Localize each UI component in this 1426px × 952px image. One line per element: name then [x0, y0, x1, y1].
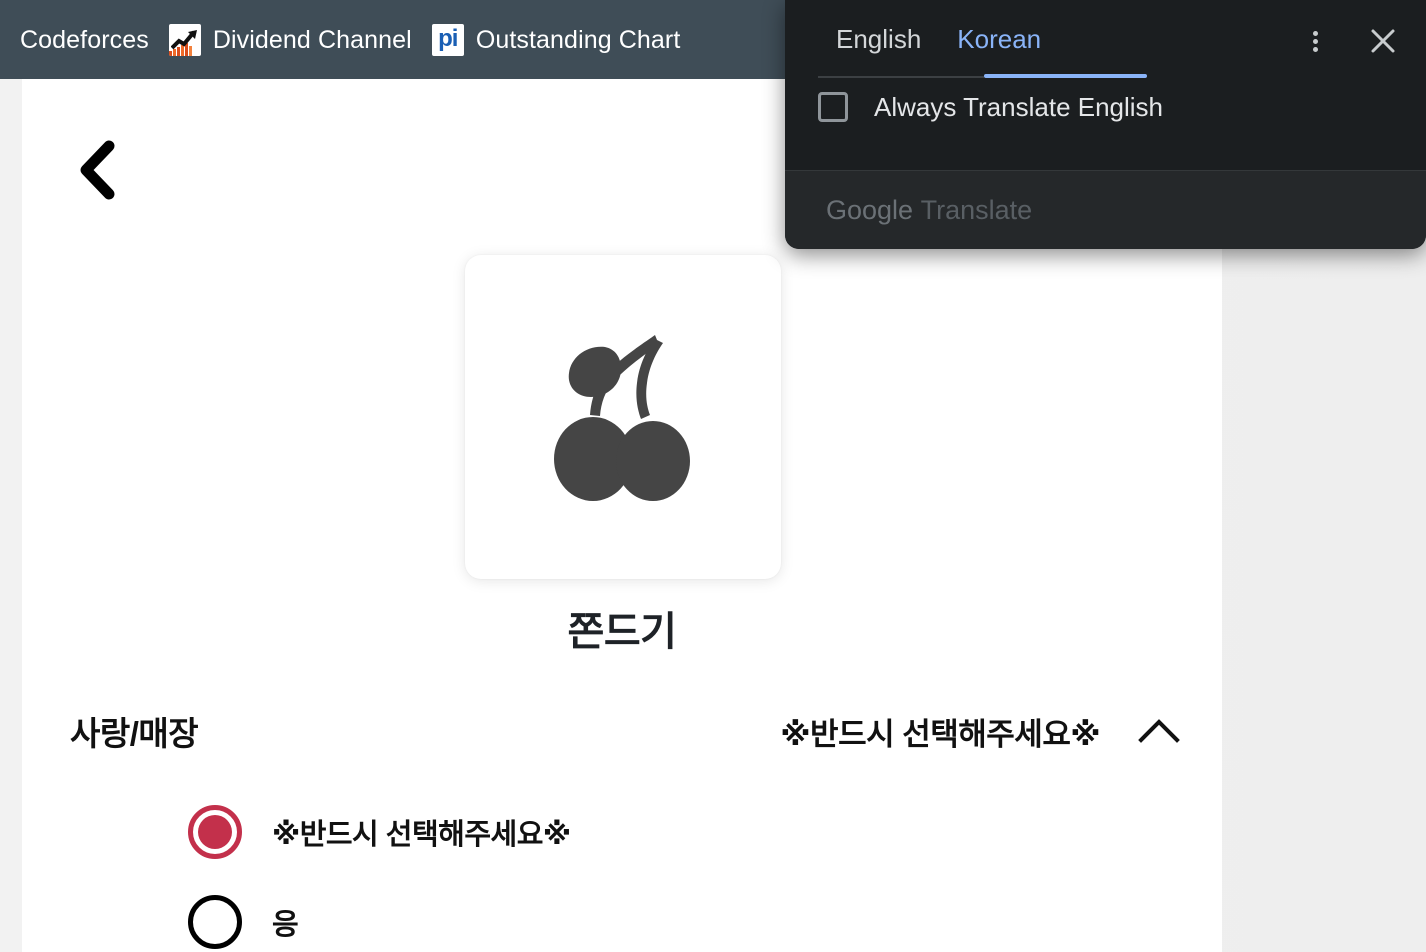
option-label: 응 — [272, 909, 299, 941]
pi-favicon-text: pi — [438, 24, 458, 52]
chevron-left-icon — [80, 140, 115, 200]
option-label: ※반드시 선택해주세요※ — [272, 819, 571, 851]
bookmark-outstanding-chart[interactable]: pi Outstanding Chart — [422, 18, 691, 62]
tab-underline-inactive — [818, 76, 984, 78]
bookmark-dividend-channel[interactable]: Dividend Channel — [159, 18, 422, 62]
screen: Codeforces Dividend Channel pi Outstandi… — [0, 0, 1426, 952]
bookmark-label: Outstanding Chart — [475, 25, 681, 54]
bookmark-label: Codeforces — [20, 25, 149, 54]
option-list: ※반드시 선택해주세요※ 응 — [22, 787, 1222, 952]
always-translate-label: Always Translate English — [874, 92, 1164, 122]
option-section: 사랑/매장 ※반드시 선택해주세요※ ※반드시 선택해주세요※ 응 — [22, 699, 1222, 952]
tab-english[interactable]: English — [818, 23, 939, 69]
google-translate-brand: Google Translate — [826, 194, 1032, 226]
chart-favicon-icon — [168, 23, 201, 56]
option-group-label: 사랑/매장 — [70, 715, 199, 752]
translate-popup-actions — [1294, 20, 1404, 62]
back-button[interactable] — [62, 134, 134, 206]
bookmark-codeforces[interactable]: Codeforces — [10, 18, 159, 62]
option-selected-value: ※반드시 선택해주세요※ — [780, 716, 1100, 752]
close-icon — [1371, 29, 1395, 53]
cherries-icon — [554, 335, 690, 501]
translate-close-button[interactable] — [1362, 20, 1404, 62]
always-translate-checkbox[interactable] — [818, 92, 848, 122]
brand-google: Google — [826, 195, 914, 225]
option-row[interactable]: ※반드시 선택해주세요※ — [22, 787, 1222, 877]
radio-button-selected[interactable] — [188, 805, 242, 859]
kebab-menu-icon — [1312, 28, 1318, 55]
pi-favicon-icon: pi — [431, 23, 464, 56]
option-group-header[interactable]: 사랑/매장 ※반드시 선택해주세요※ — [22, 699, 1222, 763]
bookmark-label: Dividend Channel — [212, 25, 412, 54]
always-translate-row[interactable]: Always Translate English — [818, 92, 1163, 122]
option-group-header-right: ※반드시 선택해주세요※ — [780, 708, 1182, 754]
product-image-card[interactable] — [465, 255, 781, 579]
tab-underline-active — [984, 74, 1147, 78]
tab-korean[interactable]: Korean — [939, 23, 1059, 69]
product-title: 쫀드기 — [567, 610, 677, 654]
option-collapse-toggle[interactable] — [1136, 708, 1182, 754]
translate-popup-footer: Google Translate — [785, 170, 1426, 249]
brand-translate: Translate — [920, 195, 1033, 225]
translate-options-button[interactable] — [1294, 20, 1336, 62]
radio-button-unselected[interactable] — [188, 895, 242, 949]
translate-popup-body: English Korean Always Translate English — [785, 0, 1426, 170]
google-translate-popup: English Korean Always Translate English … — [785, 0, 1426, 249]
chevron-up-icon — [1138, 719, 1180, 743]
option-row[interactable]: 응 — [22, 877, 1222, 952]
